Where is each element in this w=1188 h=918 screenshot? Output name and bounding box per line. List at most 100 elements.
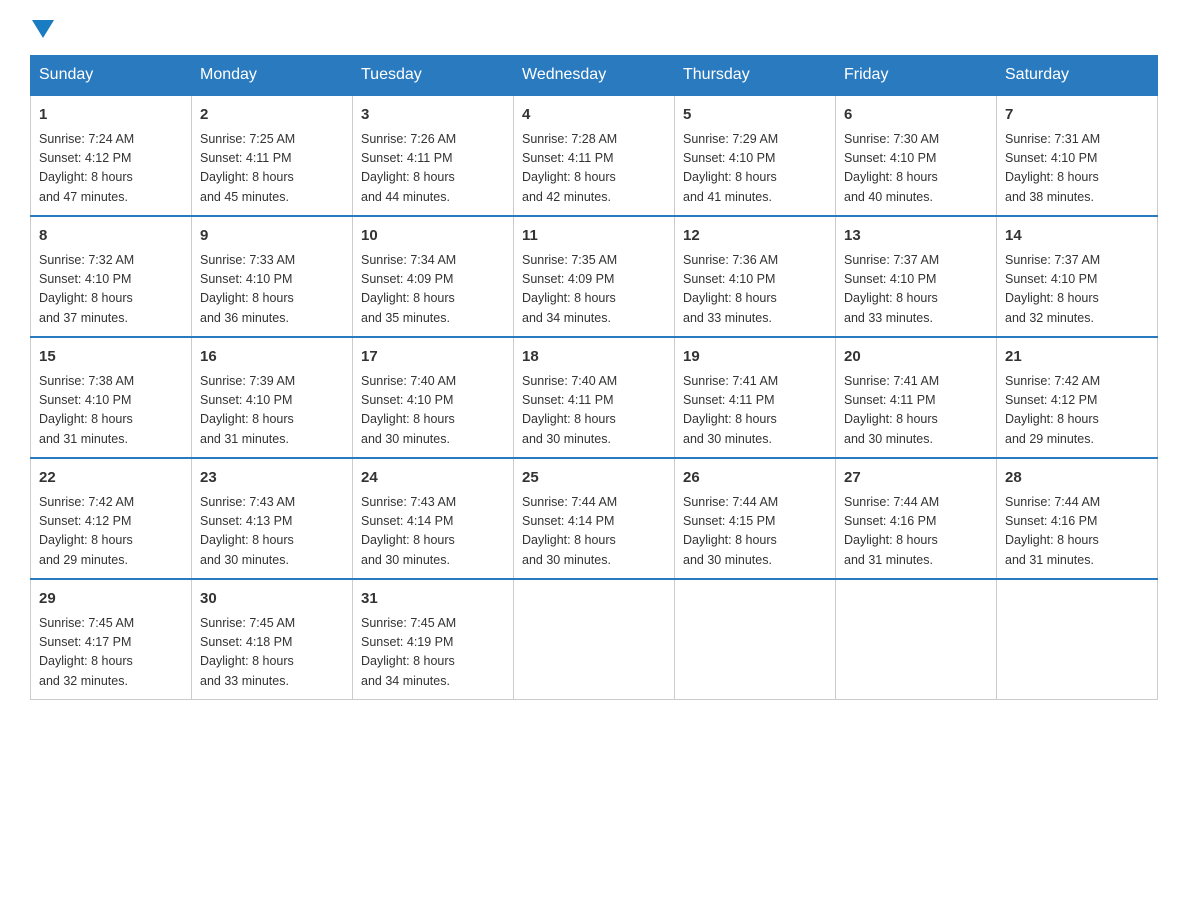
day-cell-10: 10Sunrise: 7:34 AMSunset: 4:09 PMDayligh… (353, 216, 514, 337)
empty-cell (836, 579, 997, 700)
day-info: Sunrise: 7:24 AMSunset: 4:12 PMDaylight:… (39, 130, 183, 208)
page-header (30, 20, 1158, 35)
day-info: Sunrise: 7:41 AMSunset: 4:11 PMDaylight:… (844, 372, 988, 450)
day-cell-18: 18 Sunrise: 7:40 AMSunset: 4:11 PMDayligh… (514, 337, 675, 458)
day-cell-20: 20 Sunrise: 7:41 AMSunset: 4:11 PMDayligh… (836, 337, 997, 458)
day-cell-3: 3 Sunrise: 7:26 AMSunset: 4:11 PMDaylight… (353, 95, 514, 216)
day-number: 13 (844, 225, 988, 248)
day-info: Sunrise: 7:35 AMSunset: 4:09 PMDaylight:… (522, 251, 666, 329)
day-number: 10 (361, 225, 505, 248)
day-cell-9: 9Sunrise: 7:33 AMSunset: 4:10 PMDaylight… (192, 216, 353, 337)
day-cell-7: 7Sunrise: 7:31 AMSunset: 4:10 PMDaylight… (997, 95, 1158, 216)
day-number: 17 (361, 346, 505, 369)
day-info: Sunrise: 7:37 AMSunset: 4:10 PMDaylight:… (1005, 251, 1149, 329)
day-number: 29 (39, 588, 183, 611)
day-cell-6: 6 Sunrise: 7:30 AMSunset: 4:10 PMDaylight… (836, 95, 997, 216)
day-number: 14 (1005, 225, 1149, 248)
day-cell-11: 11 Sunrise: 7:35 AMSunset: 4:09 PMDayligh… (514, 216, 675, 337)
day-cell-26: 26 Sunrise: 7:44 AMSunset: 4:15 PMDayligh… (675, 458, 836, 579)
week-row-1: 1 Sunrise: 7:24 AMSunset: 4:12 PMDaylight… (31, 95, 1158, 216)
day-info: Sunrise: 7:32 AMSunset: 4:10 PMDaylight:… (39, 251, 183, 329)
week-row-4: 22 Sunrise: 7:42 AMSunset: 4:12 PMDayligh… (31, 458, 1158, 579)
day-number: 6 (844, 104, 988, 127)
week-row-5: 29Sunrise: 7:45 AMSunset: 4:17 PMDayligh… (31, 579, 1158, 700)
day-number: 7 (1005, 104, 1149, 127)
day-cell-17: 17 Sunrise: 7:40 AMSunset: 4:10 PMDayligh… (353, 337, 514, 458)
day-number: 26 (683, 467, 827, 490)
day-number: 27 (844, 467, 988, 490)
day-cell-21: 21 Sunrise: 7:42 AMSunset: 4:12 PMDayligh… (997, 337, 1158, 458)
weekday-header-friday: Friday (836, 56, 997, 96)
day-info: Sunrise: 7:40 AMSunset: 4:10 PMDaylight:… (361, 372, 505, 450)
week-row-2: 8 Sunrise: 7:32 AMSunset: 4:10 PMDaylight… (31, 216, 1158, 337)
day-cell-27: 27 Sunrise: 7:44 AMSunset: 4:16 PMDayligh… (836, 458, 997, 579)
day-number: 18 (522, 346, 666, 369)
day-number: 12 (683, 225, 827, 248)
day-number: 31 (361, 588, 505, 611)
weekday-header-row: SundayMondayTuesdayWednesdayThursdayFrid… (31, 56, 1158, 96)
day-cell-1: 1 Sunrise: 7:24 AMSunset: 4:12 PMDaylight… (31, 95, 192, 216)
empty-cell (514, 579, 675, 700)
week-row-3: 15Sunrise: 7:38 AMSunset: 4:10 PMDayligh… (31, 337, 1158, 458)
day-number: 9 (200, 225, 344, 248)
day-cell-12: 12Sunrise: 7:36 AMSunset: 4:10 PMDayligh… (675, 216, 836, 337)
day-number: 30 (200, 588, 344, 611)
day-number: 1 (39, 104, 183, 127)
day-cell-23: 23 Sunrise: 7:43 AMSunset: 4:13 PMDayligh… (192, 458, 353, 579)
day-number: 20 (844, 346, 988, 369)
day-info: Sunrise: 7:45 AMSunset: 4:18 PMDaylight:… (200, 614, 344, 692)
day-cell-15: 15Sunrise: 7:38 AMSunset: 4:10 PMDayligh… (31, 337, 192, 458)
day-info: Sunrise: 7:41 AMSunset: 4:11 PMDaylight:… (683, 372, 827, 450)
day-info: Sunrise: 7:25 AMSunset: 4:11 PMDaylight:… (200, 130, 344, 208)
day-info: Sunrise: 7:40 AMSunset: 4:11 PMDaylight:… (522, 372, 666, 450)
day-info: Sunrise: 7:44 AMSunset: 4:16 PMDaylight:… (1005, 493, 1149, 571)
weekday-header-saturday: Saturday (997, 56, 1158, 96)
day-number: 11 (522, 225, 666, 248)
day-info: Sunrise: 7:39 AMSunset: 4:10 PMDaylight:… (200, 372, 344, 450)
day-info: Sunrise: 7:43 AMSunset: 4:14 PMDaylight:… (361, 493, 505, 571)
empty-cell (675, 579, 836, 700)
day-info: Sunrise: 7:28 AMSunset: 4:11 PMDaylight:… (522, 130, 666, 208)
day-number: 8 (39, 225, 183, 248)
day-cell-14: 14 Sunrise: 7:37 AMSunset: 4:10 PMDayligh… (997, 216, 1158, 337)
day-number: 4 (522, 104, 666, 127)
day-cell-19: 19 Sunrise: 7:41 AMSunset: 4:11 PMDayligh… (675, 337, 836, 458)
day-info: Sunrise: 7:44 AMSunset: 4:15 PMDaylight:… (683, 493, 827, 571)
day-cell-2: 2 Sunrise: 7:25 AMSunset: 4:11 PMDaylight… (192, 95, 353, 216)
day-number: 21 (1005, 346, 1149, 369)
day-number: 2 (200, 104, 344, 127)
day-info: Sunrise: 7:43 AMSunset: 4:13 PMDaylight:… (200, 493, 344, 571)
weekday-header-tuesday: Tuesday (353, 56, 514, 96)
day-info: Sunrise: 7:29 AMSunset: 4:10 PMDaylight:… (683, 130, 827, 208)
empty-cell (997, 579, 1158, 700)
day-info: Sunrise: 7:42 AMSunset: 4:12 PMDaylight:… (1005, 372, 1149, 450)
logo-arrow-icon (32, 20, 54, 43)
day-cell-31: 31 Sunrise: 7:45 AMSunset: 4:19 PMDayligh… (353, 579, 514, 700)
weekday-header-wednesday: Wednesday (514, 56, 675, 96)
day-number: 25 (522, 467, 666, 490)
day-number: 5 (683, 104, 827, 127)
day-cell-25: 25 Sunrise: 7:44 AMSunset: 4:14 PMDayligh… (514, 458, 675, 579)
day-cell-16: 16 Sunrise: 7:39 AMSunset: 4:10 PMDayligh… (192, 337, 353, 458)
day-number: 3 (361, 104, 505, 127)
day-info: Sunrise: 7:44 AMSunset: 4:14 PMDaylight:… (522, 493, 666, 571)
weekday-header-monday: Monday (192, 56, 353, 96)
weekday-header-sunday: Sunday (31, 56, 192, 96)
logo (30, 20, 54, 35)
day-cell-28: 28Sunrise: 7:44 AMSunset: 4:16 PMDayligh… (997, 458, 1158, 579)
day-info: Sunrise: 7:42 AMSunset: 4:12 PMDaylight:… (39, 493, 183, 571)
day-number: 23 (200, 467, 344, 490)
day-number: 22 (39, 467, 183, 490)
day-info: Sunrise: 7:37 AMSunset: 4:10 PMDaylight:… (844, 251, 988, 329)
day-number: 15 (39, 346, 183, 369)
day-number: 19 (683, 346, 827, 369)
day-info: Sunrise: 7:26 AMSunset: 4:11 PMDaylight:… (361, 130, 505, 208)
day-info: Sunrise: 7:44 AMSunset: 4:16 PMDaylight:… (844, 493, 988, 571)
day-info: Sunrise: 7:45 AMSunset: 4:19 PMDaylight:… (361, 614, 505, 692)
day-info: Sunrise: 7:30 AMSunset: 4:10 PMDaylight:… (844, 130, 988, 208)
weekday-header-thursday: Thursday (675, 56, 836, 96)
day-cell-29: 29Sunrise: 7:45 AMSunset: 4:17 PMDayligh… (31, 579, 192, 700)
day-cell-30: 30 Sunrise: 7:45 AMSunset: 4:18 PMDayligh… (192, 579, 353, 700)
day-cell-5: 5 Sunrise: 7:29 AMSunset: 4:10 PMDaylight… (675, 95, 836, 216)
day-number: 16 (200, 346, 344, 369)
